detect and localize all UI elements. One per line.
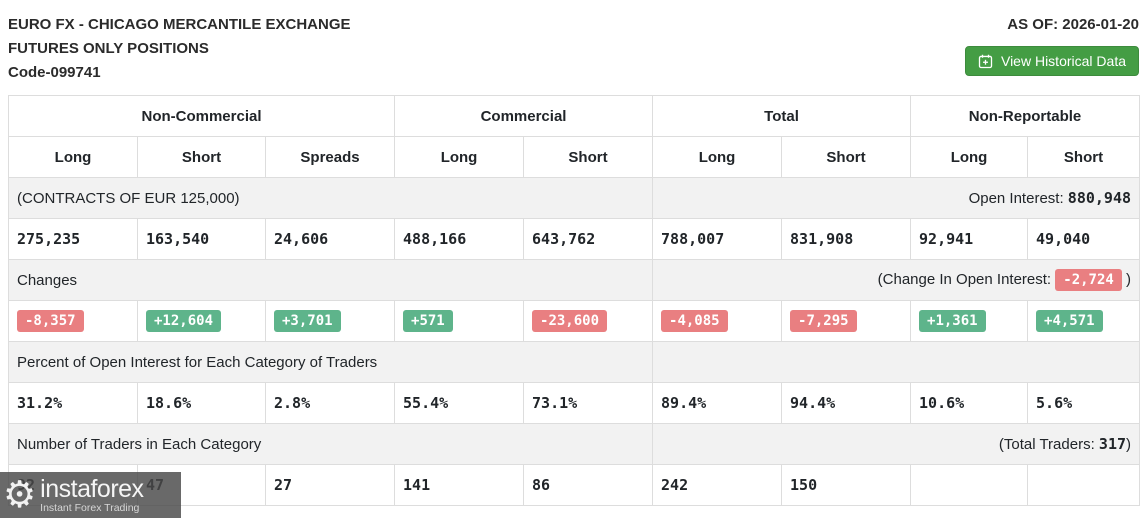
instaforex-gear-icon: ⚙ <box>3 476 36 513</box>
view-historical-data-label: View Historical Data <box>1001 53 1126 69</box>
percent-value: 31.2% <box>9 383 138 424</box>
percent-section-row: Percent of Open Interest for Each Catego… <box>9 342 1140 383</box>
change-badge: +1,361 <box>919 310 986 332</box>
change-badge: -4,085 <box>661 310 728 332</box>
position-value: 49,040 <box>1028 219 1140 260</box>
column-header: Short <box>138 137 266 178</box>
change-open-interest-prefix: (Change In Open Interest: <box>878 271 1056 288</box>
column-header: Long <box>395 137 524 178</box>
cot-report-page: { "header": { "title_line1": "EURO FX - … <box>0 0 1147 518</box>
instaforex-tagline: Instant Forex Trading <box>40 503 143 514</box>
instaforex-logo-text: instaforex Instant Forex Trading <box>40 477 143 514</box>
view-historical-data-button[interactable]: View Historical Data <box>965 46 1139 76</box>
traders-value <box>911 465 1028 506</box>
percent-value: 10.6% <box>911 383 1028 424</box>
change-badge: -7,295 <box>790 310 857 332</box>
column-header-row: Long Short Spreads Long Short Long Short… <box>9 137 1140 178</box>
change-open-interest-badge: -2,724 <box>1055 269 1122 291</box>
traders-value <box>1028 465 1140 506</box>
position-value: 163,540 <box>138 219 266 260</box>
change-cell: +3,701 <box>266 301 395 342</box>
change-badge: +3,701 <box>274 310 341 332</box>
traders-value: 242 <box>653 465 782 506</box>
column-header: Long <box>911 137 1028 178</box>
percent-value: 73.1% <box>524 383 653 424</box>
open-interest-cell: Open Interest: 880,948 <box>653 178 1140 219</box>
column-header: Long <box>9 137 138 178</box>
column-header: Spreads <box>266 137 395 178</box>
position-value: 788,007 <box>653 219 782 260</box>
report-title-block: EURO FX - CHICAGO MERCANTILE EXCHANGE FU… <box>8 13 351 85</box>
report-code: Code-099741 <box>8 61 351 85</box>
group-header-commercial: Commercial <box>395 96 653 137</box>
column-header: Short <box>782 137 911 178</box>
column-header: Short <box>524 137 653 178</box>
instaforex-brand-name: instaforex <box>40 477 143 502</box>
changes-row: -8,357 +12,604 +3,701 +571 -23,600 -4,08… <box>9 301 1140 342</box>
percent-section-empty <box>653 342 1140 383</box>
change-badge: -23,600 <box>532 310 607 332</box>
percents-row: 31.2% 18.6% 2.8% 55.4% 73.1% 89.4% 94.4%… <box>9 383 1140 424</box>
column-header: Long <box>653 137 782 178</box>
total-traders-cell: (Total Traders: 317) <box>653 424 1140 465</box>
group-header-total: Total <box>653 96 911 137</box>
page-header: EURO FX - CHICAGO MERCANTILE EXCHANGE FU… <box>0 0 1147 85</box>
report-title-line2: FUTURES ONLY POSITIONS <box>8 37 351 61</box>
percent-value: 5.6% <box>1028 383 1140 424</box>
change-cell: -23,600 <box>524 301 653 342</box>
total-traders-value: 317 <box>1099 435 1126 453</box>
change-cell: -8,357 <box>9 301 138 342</box>
change-cell: +12,604 <box>138 301 266 342</box>
contracts-label: (CONTRACTS OF EUR 125,000) <box>9 178 653 219</box>
changes-section-row: Changes (Change In Open Interest: -2,724… <box>9 260 1140 301</box>
change-badge: +4,571 <box>1036 310 1103 332</box>
calendar-plus-icon <box>978 54 993 69</box>
instaforex-watermark: ⚙ instaforex Instant Forex Trading <box>0 472 181 518</box>
position-value: 643,762 <box>524 219 653 260</box>
change-cell: -4,085 <box>653 301 782 342</box>
percent-section-label: Percent of Open Interest for Each Catego… <box>9 342 653 383</box>
change-cell: -7,295 <box>782 301 911 342</box>
change-badge: +12,604 <box>146 310 221 332</box>
percent-value: 94.4% <box>782 383 911 424</box>
position-value: 24,606 <box>266 219 395 260</box>
percent-value: 18.6% <box>138 383 266 424</box>
as-of-date: AS OF: 2026-01-20 <box>965 16 1139 33</box>
percent-value: 89.4% <box>653 383 782 424</box>
traders-value: 150 <box>782 465 911 506</box>
traders-value: 27 <box>266 465 395 506</box>
group-header-non-commercial: Non-Commercial <box>9 96 395 137</box>
position-value: 831,908 <box>782 219 911 260</box>
changes-label: Changes <box>9 260 653 301</box>
group-header-row: Non-Commercial Commercial Total Non-Repo… <box>9 96 1140 137</box>
header-right: AS OF: 2026-01-20 View Historical Data <box>965 13 1139 76</box>
traders-section-label: Number of Traders in Each Category <box>9 424 653 465</box>
column-header: Short <box>1028 137 1140 178</box>
open-interest-label: Open Interest: <box>969 190 1068 207</box>
report-title-line1: EURO FX - CHICAGO MERCANTILE EXCHANGE <box>8 13 351 37</box>
positions-row: 275,235 163,540 24,606 488,166 643,762 7… <box>9 219 1140 260</box>
change-badge: -8,357 <box>17 310 84 332</box>
cot-table: Non-Commercial Commercial Total Non-Repo… <box>8 95 1140 506</box>
total-traders-prefix: (Total Traders: <box>999 436 1099 453</box>
group-header-non-reportable: Non-Reportable <box>911 96 1140 137</box>
change-cell: +4,571 <box>1028 301 1140 342</box>
change-cell: +571 <box>395 301 524 342</box>
change-cell: +1,361 <box>911 301 1028 342</box>
change-open-interest-cell: (Change In Open Interest: -2,724 ) <box>653 260 1140 301</box>
open-interest-value: 880,948 <box>1068 189 1131 207</box>
percent-value: 55.4% <box>395 383 524 424</box>
position-value: 488,166 <box>395 219 524 260</box>
contracts-section-row: (CONTRACTS OF EUR 125,000) Open Interest… <box>9 178 1140 219</box>
traders-section-row: Number of Traders in Each Category (Tota… <box>9 424 1140 465</box>
change-badge: +571 <box>403 310 453 332</box>
traders-value: 86 <box>524 465 653 506</box>
total-traders-suffix: ) <box>1126 436 1131 453</box>
position-value: 275,235 <box>9 219 138 260</box>
traders-value: 141 <box>395 465 524 506</box>
position-value: 92,941 <box>911 219 1028 260</box>
percent-value: 2.8% <box>266 383 395 424</box>
change-open-interest-suffix: ) <box>1122 271 1131 288</box>
